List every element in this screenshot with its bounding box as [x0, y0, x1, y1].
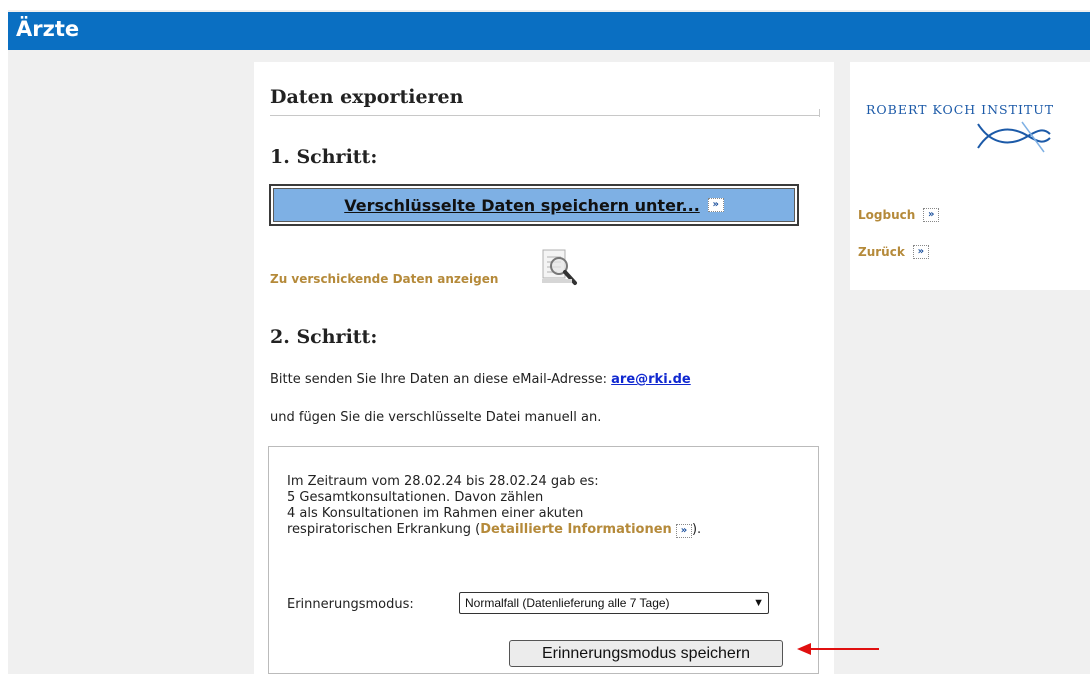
- summary-line: 5 Gesamtkonsultationen. Davon zählen: [287, 490, 544, 505]
- export-panel: Daten exportieren 1. Schritt: Verschlüss…: [254, 62, 834, 674]
- step1-title: 1. Schritt:: [270, 146, 378, 168]
- send-instruction-text: Bitte senden Sie Ihre Daten an diese eMa…: [270, 372, 612, 387]
- reminder-mode-label: Erinnerungsmodus:: [287, 597, 414, 612]
- summary-line: respiratorischen Erkrankung (Detailliert…: [287, 522, 807, 538]
- title-divider: [270, 115, 820, 116]
- save-encrypted-button-frame: Verschlüsselte Daten speichern unter... …: [269, 184, 799, 226]
- attach-instruction: und fügen Sie die verschlüsselte Datei m…: [270, 410, 602, 425]
- double-chevron-right-icon: »: [707, 198, 724, 212]
- consultation-summary-box: Im Zeitraum vom 28.02.24 bis 28.02.24 ga…: [268, 446, 819, 674]
- save-encrypted-data-button[interactable]: Verschlüsselte Daten speichern unter... …: [273, 188, 795, 222]
- double-chevron-right-icon[interactable]: »: [675, 524, 692, 538]
- detailed-information-link[interactable]: Detaillierte Informationen: [480, 522, 672, 537]
- save-encrypted-data-label: Verschlüsselte Daten speichern unter...: [344, 195, 700, 215]
- summary-line: 4 als Konsultationen im Rahmen einer aku…: [287, 506, 584, 521]
- rki-logo: ROBERT KOCH INSTITUT: [866, 102, 1056, 162]
- logbook-link[interactable]: Logbuch »: [858, 208, 940, 222]
- page-title: Ärzte: [16, 17, 80, 41]
- reminder-mode-selected: Normalfall (Datenlieferung alle 7 Tage): [465, 596, 670, 610]
- chevron-down-icon: ▼: [753, 597, 764, 609]
- document-search-icon[interactable]: [540, 248, 580, 288]
- reminder-mode-select[interactable]: Normalfall (Datenlieferung alle 7 Tage) …: [459, 592, 769, 614]
- header-bar: Ärzte: [8, 12, 1090, 50]
- rki-logo-text: ROBERT KOCH INSTITUT: [866, 102, 1055, 117]
- consultation-summary: Im Zeitraum vom 28.02.24 bis 28.02.24 ga…: [287, 474, 807, 538]
- email-link[interactable]: are@rki.de: [611, 372, 691, 387]
- back-link[interactable]: Zurück »: [858, 245, 929, 259]
- back-link-label: Zurück: [858, 245, 905, 259]
- page-background: Ärzte Daten exportieren 1. Schritt: Vers…: [8, 10, 1090, 674]
- step2-title: 2. Schritt:: [270, 326, 378, 348]
- sidebar: ROBERT KOCH INSTITUT Logbuch » Zurück »: [850, 62, 1090, 290]
- show-data-link[interactable]: Zu verschickende Daten anzeigen: [270, 272, 498, 286]
- send-instruction: Bitte senden Sie Ihre Daten an diese eMa…: [270, 372, 691, 387]
- annotation-arrow: [797, 643, 879, 655]
- section-title: Daten exportieren: [270, 86, 464, 108]
- summary-line-prefix: respiratorischen Erkrankung (: [287, 522, 481, 537]
- title-divider-end: [819, 109, 820, 117]
- double-chevron-right-icon: »: [923, 208, 940, 222]
- save-reminder-mode-button[interactable]: Erinnerungsmodus speichern: [509, 640, 783, 667]
- double-chevron-right-icon: »: [912, 245, 929, 259]
- logbook-link-label: Logbuch: [858, 208, 916, 222]
- summary-line: Im Zeitraum vom 28.02.24 bis 28.02.24 ga…: [287, 474, 599, 489]
- summary-line-suffix: ).: [691, 522, 702, 537]
- rki-logo-mark: [977, 121, 1051, 153]
